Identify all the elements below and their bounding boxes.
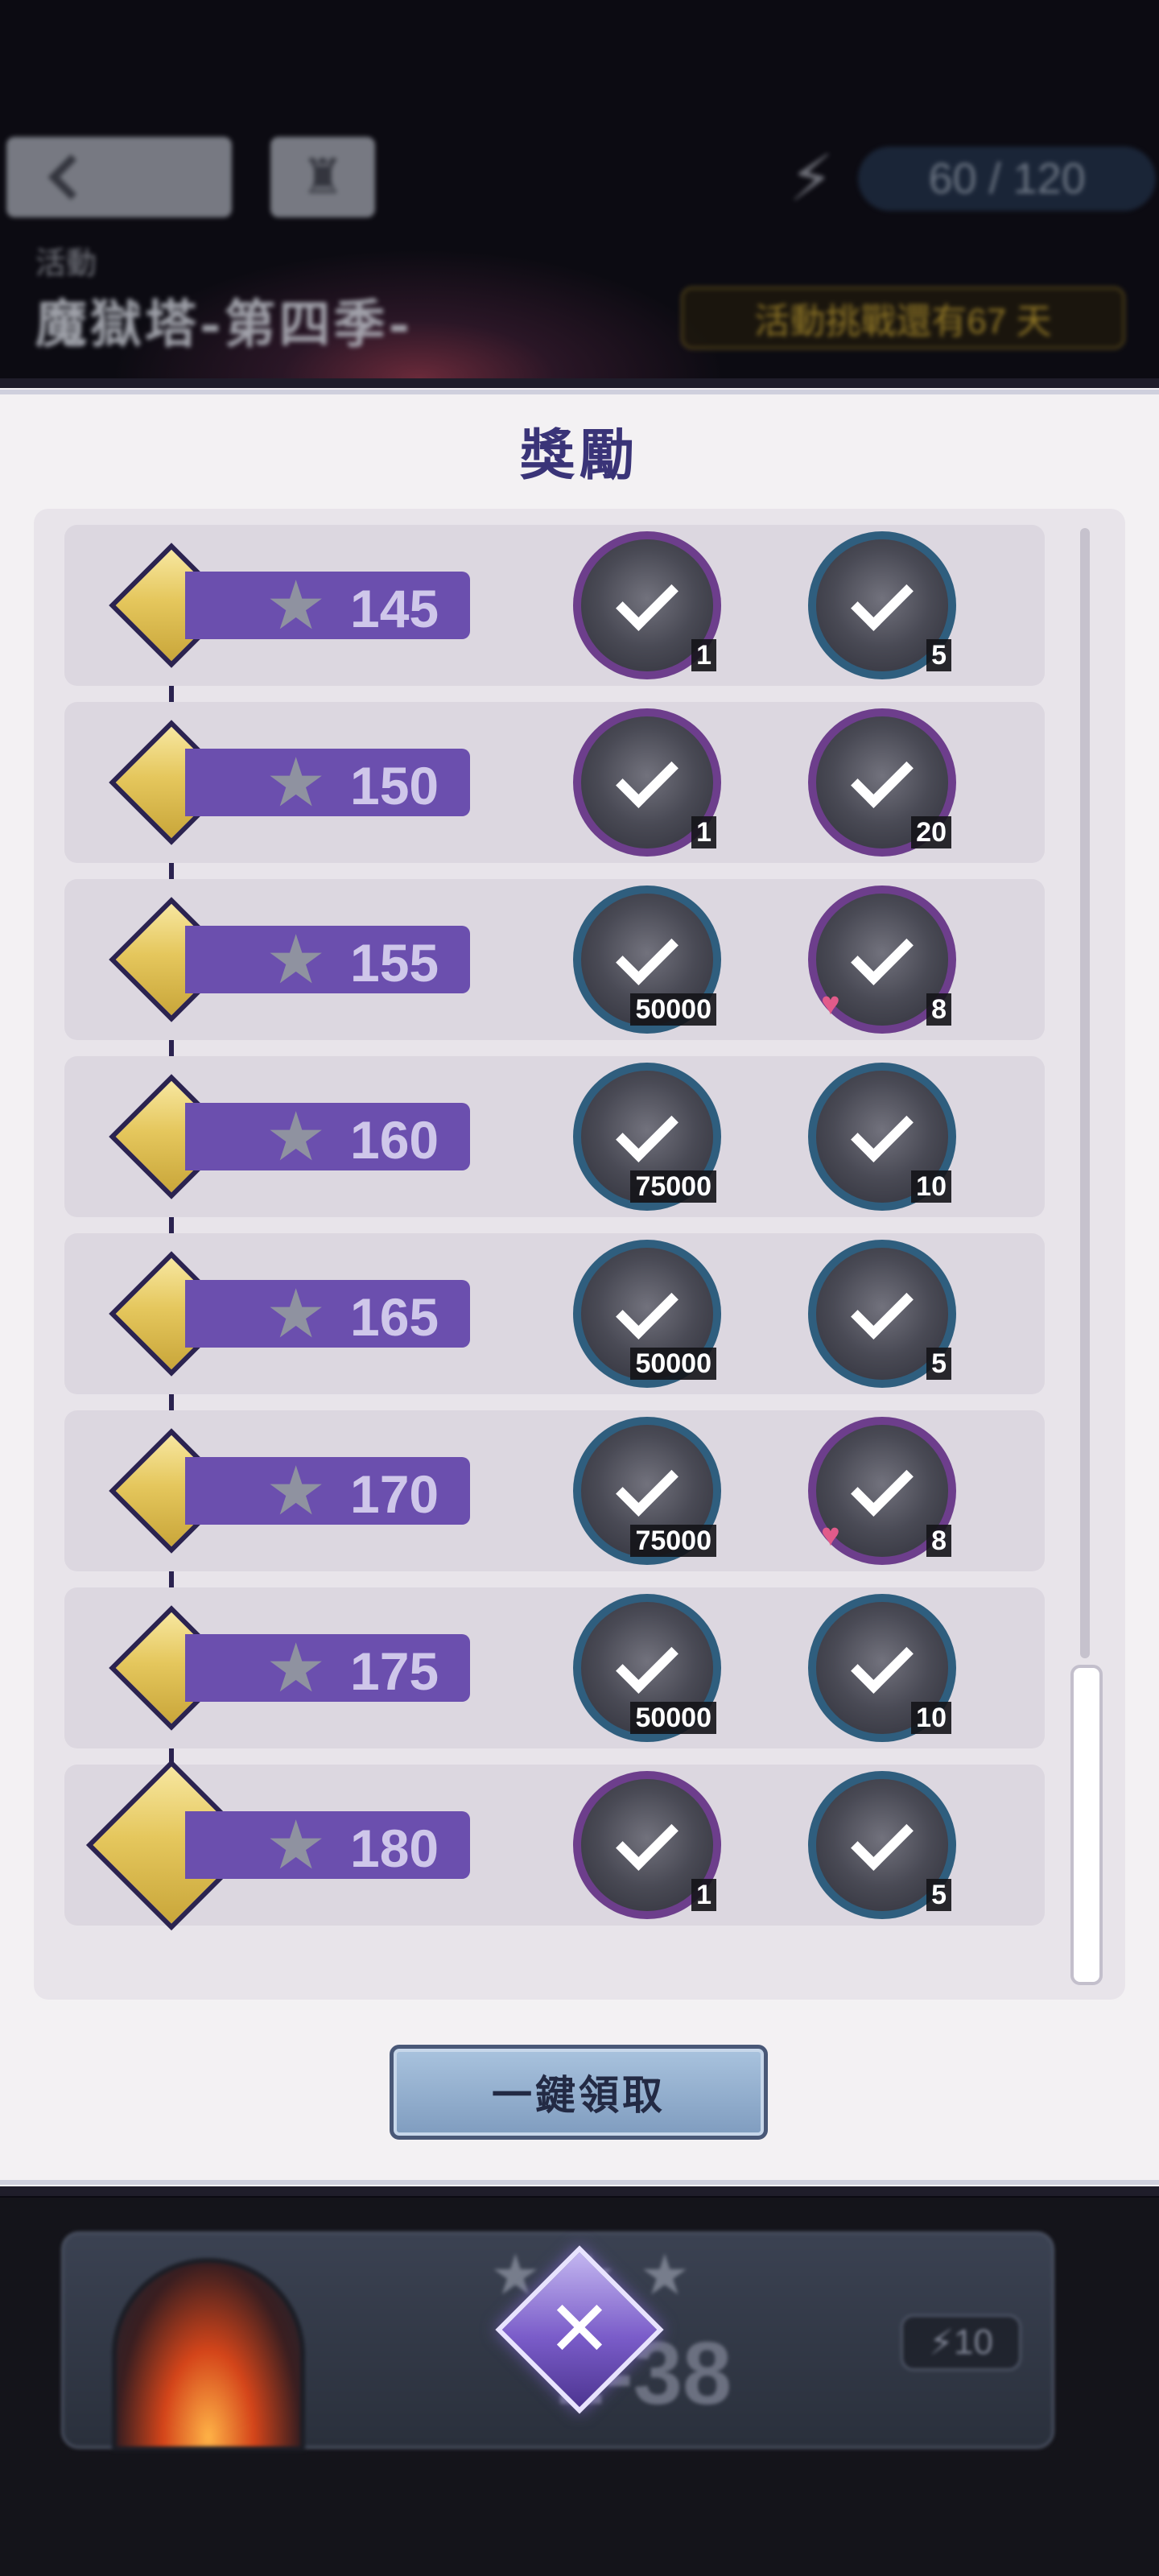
reward-quantity: 50000: [630, 1702, 716, 1734]
coin-icon[interactable]: 75000: [573, 1063, 721, 1211]
potion-icon[interactable]: 20: [808, 708, 956, 857]
fruit-icon[interactable]: 8 ♥: [808, 886, 956, 1034]
star-icon: ★: [266, 922, 327, 997]
heart-icon: ♥: [821, 986, 840, 1022]
reward-quantity: 1: [691, 1879, 716, 1911]
tier-star-requirement: 150: [350, 756, 439, 815]
reward-quantity: 20: [911, 816, 951, 848]
reward-quantity: 5: [926, 1348, 951, 1380]
stage-cost: ⚡ 10: [901, 2314, 1021, 2371]
ticket-icon[interactable]: 10: [808, 1594, 956, 1742]
wisp-icon[interactable]: 1: [573, 708, 721, 857]
claim-all-button[interactable]: 一鍵領取: [390, 2045, 768, 2140]
event-title: 魔獄塔-第四季-: [35, 295, 414, 355]
rook-icon: ♜: [301, 150, 344, 204]
star-icon: ★: [266, 1453, 327, 1529]
card-icon[interactable]: 5: [808, 1240, 956, 1388]
reward-quantity: 1: [691, 639, 716, 671]
chevron-left-icon: [47, 154, 94, 200]
star-icon: ★: [266, 568, 327, 643]
coin-icon[interactable]: 75000: [573, 1417, 721, 1565]
ticket-icon[interactable]: 10: [808, 1063, 956, 1211]
tier-star-ribbon: ★ 180: [185, 1811, 470, 1879]
lightning-icon: ⚡: [789, 142, 835, 214]
reward-quantity: 75000: [630, 1525, 716, 1557]
tier-star-requirement: 175: [350, 1641, 439, 1701]
star-icon: ★: [266, 745, 327, 820]
star-icon: ★: [266, 1099, 327, 1174]
star-icon: ★: [266, 1276, 327, 1352]
tier-star-requirement: 155: [350, 933, 439, 993]
energy-counter: 60 / 120: [858, 146, 1157, 211]
reward-quantity: 10: [911, 1170, 951, 1203]
heart-icon: ♥: [821, 1517, 840, 1553]
tier-star-requirement: 170: [350, 1464, 439, 1524]
tier-star-requirement: 145: [350, 579, 439, 638]
modal-title: 獎勵: [519, 423, 639, 488]
tier-star-ribbon: ★ 165: [185, 1280, 470, 1348]
coin-icon[interactable]: 50000: [573, 1240, 721, 1388]
tier-star-requirement: 160: [350, 1110, 439, 1170]
reward-quantity: 5: [926, 1879, 951, 1911]
star-icon: ★: [266, 1807, 327, 1883]
star-icon: ★: [266, 1630, 327, 1706]
reward-quantity: 50000: [630, 1348, 716, 1380]
scrollbar-track[interactable]: [1080, 528, 1090, 1658]
event-caption: 活動: [35, 247, 97, 281]
tower-button[interactable]: ♜: [270, 137, 375, 217]
ore-icon[interactable]: 1: [573, 1771, 721, 1919]
card-icon[interactable]: 5: [808, 531, 956, 679]
tier-star-ribbon: ★ 170: [185, 1457, 470, 1525]
tier-star-ribbon: ★ 145: [185, 572, 470, 639]
tier-star-ribbon: ★ 160: [185, 1103, 470, 1170]
coin-icon[interactable]: 50000: [573, 886, 721, 1034]
scrollbar-thumb[interactable]: [1070, 1665, 1103, 1985]
coin-icon[interactable]: 50000: [573, 1594, 721, 1742]
reward-quantity: 1: [691, 816, 716, 848]
tier-star-ribbon: ★ 150: [185, 749, 470, 816]
tier-star-requirement: 180: [350, 1818, 439, 1878]
reward-quantity: 8: [926, 1525, 951, 1557]
reward-quantity: 8: [926, 993, 951, 1026]
energy-display: ⚡ 60 / 120: [789, 141, 1157, 216]
event-countdown: 活動挑戰還有67 天: [681, 287, 1125, 349]
ore-icon[interactable]: 1: [573, 531, 721, 679]
tier-star-requirement: 165: [350, 1287, 439, 1347]
modal-frame-bottom: [0, 2180, 1159, 2196]
reward-quantity: 75000: [630, 1170, 716, 1203]
top-bar: ♜ ⚡ 60 / 120 活動 魔獄塔-第四季- 活動挑戰還有67 天: [0, 0, 1159, 378]
tier-star-ribbon: ★ 175: [185, 1634, 470, 1702]
close-icon: ✕: [547, 2286, 612, 2372]
reward-quantity: 50000: [630, 993, 716, 1026]
fruit-icon[interactable]: 8 ♥: [808, 1417, 956, 1565]
modal-frame-top: [0, 378, 1159, 394]
reward-quantity: 5: [926, 639, 951, 671]
reward-quantity: 10: [911, 1702, 951, 1734]
portal-image: [112, 2258, 305, 2451]
tier-star-ribbon: ★ 155: [185, 926, 470, 993]
card-icon[interactable]: 5: [808, 1771, 956, 1919]
back-button[interactable]: [6, 137, 232, 217]
